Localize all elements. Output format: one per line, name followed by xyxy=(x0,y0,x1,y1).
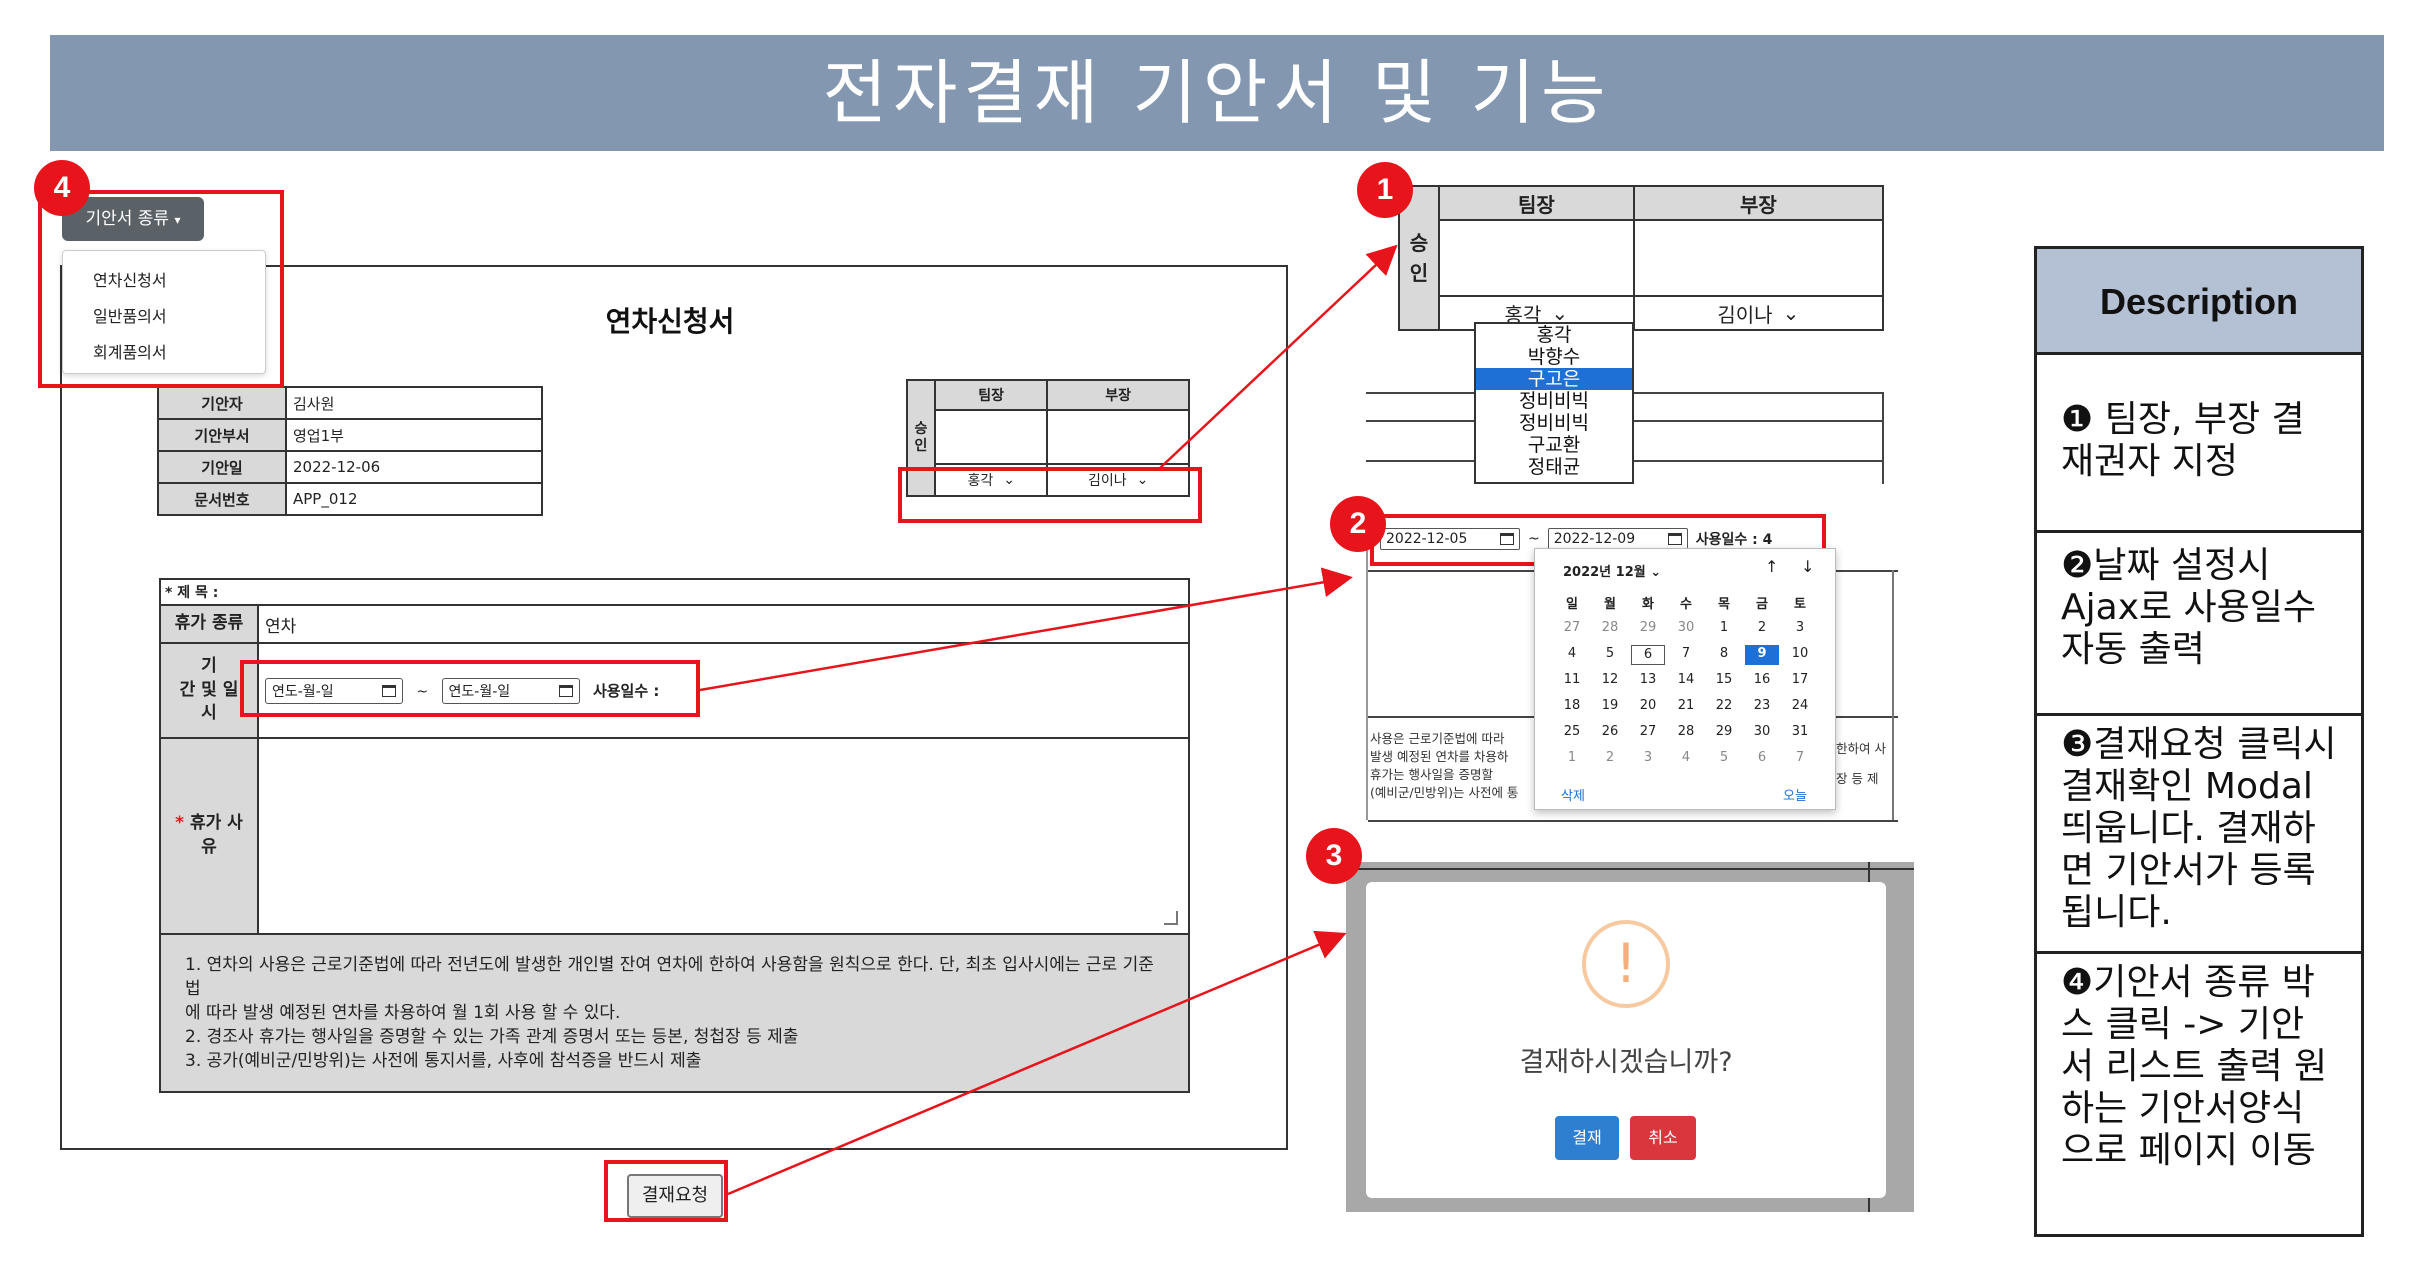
arrow-3 xyxy=(727,930,1347,1196)
badge-2: 2 xyxy=(1330,496,1386,552)
badge-4: 4 xyxy=(34,160,90,216)
badge-1: 1 xyxy=(1357,162,1413,218)
annotation-arrows xyxy=(699,244,1398,1196)
arrow-2 xyxy=(699,567,1353,692)
badge-3: 3 xyxy=(1306,828,1362,884)
arrow-1 xyxy=(1159,244,1398,469)
